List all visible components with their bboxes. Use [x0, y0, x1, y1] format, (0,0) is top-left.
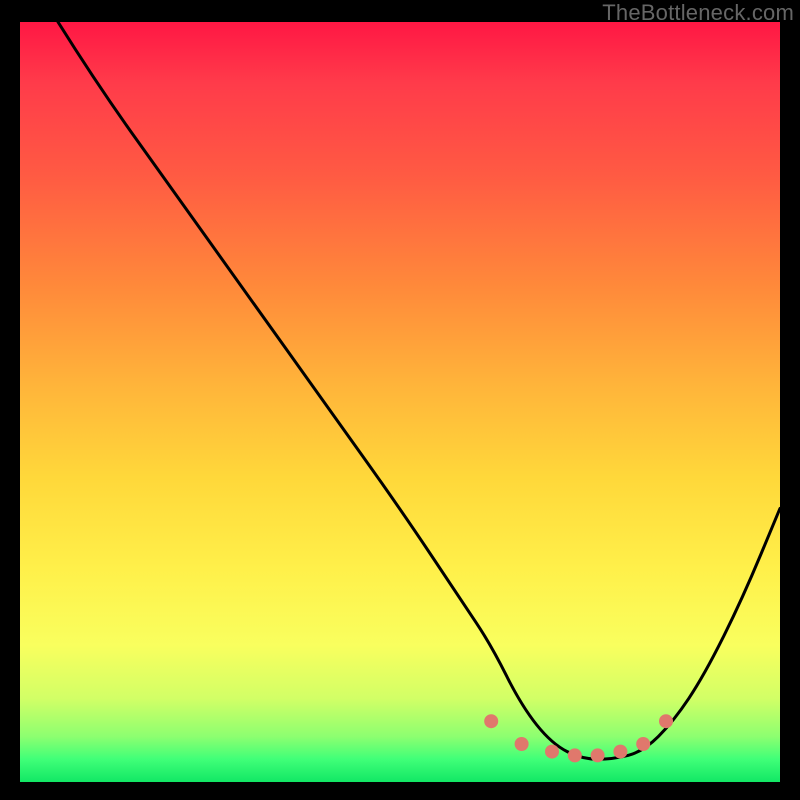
- chart-frame: [20, 22, 780, 782]
- bottleneck-curve-svg: [20, 22, 780, 782]
- dot-4: [591, 748, 605, 762]
- dot-5: [613, 745, 627, 759]
- curve-markers: [484, 714, 673, 762]
- dot-right-edge: [659, 714, 673, 728]
- dot-6: [636, 737, 650, 751]
- dot-1: [515, 737, 529, 751]
- bottleneck-curve: [58, 22, 780, 759]
- dot-2: [545, 745, 559, 759]
- dot-3: [568, 748, 582, 762]
- dot-left-edge: [484, 714, 498, 728]
